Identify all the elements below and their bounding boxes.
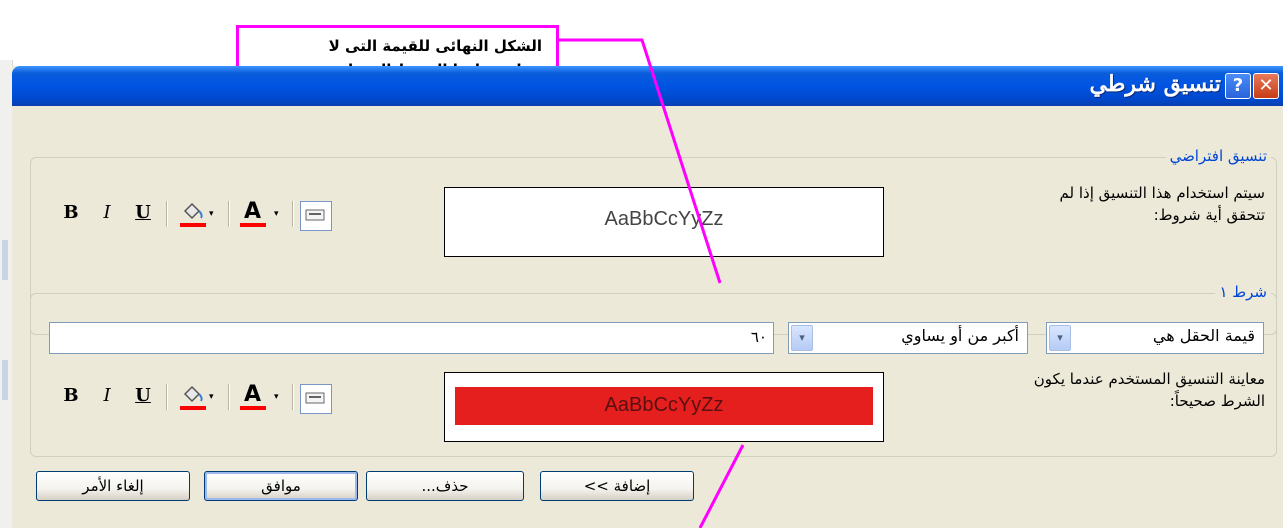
preview-leader-line — [698, 444, 745, 528]
annotation-leader-lines — [559, 38, 745, 528]
callout-leader-line — [559, 38, 722, 284]
